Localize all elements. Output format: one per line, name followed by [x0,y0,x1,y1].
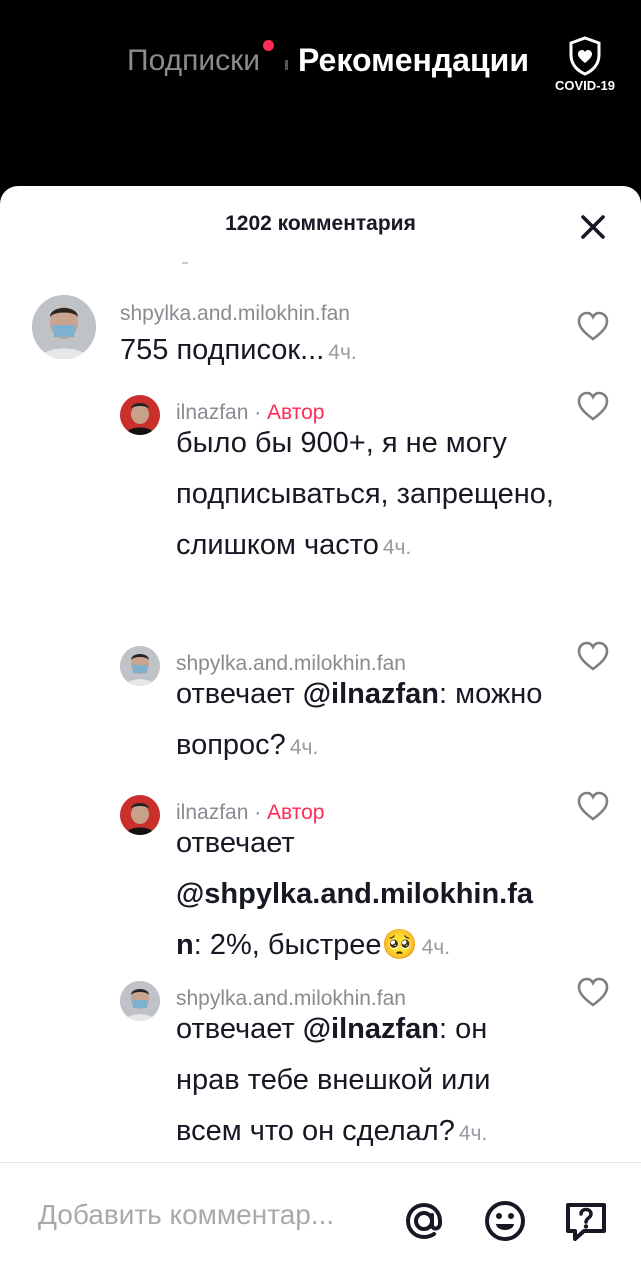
comment-text: отвечает @ilnazfan: он нрав тебе внешкой… [176,1004,556,1159]
covid-label: COVID-19 [555,78,615,93]
notification-dot [263,40,274,51]
comment-body: : 2%, быстрее🥺 [193,929,418,961]
comment-composer: Добавить комментар... [0,1162,641,1280]
comment-text: было бы 900+, я не могу подписываться, з… [176,418,556,573]
shield-heart-icon [569,36,601,76]
heart-icon[interactable] [576,310,610,342]
comment-time: 4ч. [458,1122,488,1145]
reply-item: ilnazfan · Автор отвечает @shpylka.and.m… [0,790,641,976]
heart-icon[interactable] [576,976,610,1008]
reply-item: shpylka.and.milokhin.fan отвечает @ilnaz… [0,640,641,790]
comment-text: отвечает @ilnazfan: можно вопрос? 4ч. [176,669,556,773]
comment-text: 755 подписок... 4ч. [120,325,550,378]
comment-body: было бы 900+, я не могу подписываться, з… [176,427,554,561]
emoji-icon[interactable] [481,1197,529,1245]
comment-time: 4ч. [421,936,451,959]
close-icon[interactable] [578,212,608,242]
comment-username[interactable]: shpylka.and.milokhin.fan [120,302,350,326]
top-navigation: Подписки Рекомендации COVID-19 [0,0,641,190]
comment-text: отвечает @shpylka.and.milokhin.fan: 2%, … [176,818,546,973]
question-icon[interactable] [562,1197,610,1245]
reply-prefix: отвечает [176,827,295,859]
heart-icon[interactable] [576,790,610,822]
tab-divider [285,60,288,70]
at-icon[interactable] [400,1197,448,1245]
comment-time: 4ч. [328,341,357,364]
mention-link[interactable]: @ilnazfan [303,678,439,710]
comment-item: shpylka.and.milokhin.fan 755 подписок...… [0,290,641,390]
comment-time: 4ч. [289,736,319,759]
reply-prefix: отвечает [176,678,303,710]
heart-icon[interactable] [576,640,610,672]
tab-recommendations[interactable]: Рекомендации [298,42,529,79]
comments-sheet: 1202 комментария shpylka.and.milokhin.fa… [0,186,641,1280]
comment-input[interactable]: Добавить комментар... [38,1199,334,1231]
avatar[interactable] [120,981,160,1021]
avatar[interactable] [120,395,160,435]
scroll-indicator [182,262,188,264]
reply-item: shpylka.and.milokhin.fan отвечает @ilnaz… [0,976,641,1162]
comment-time: 4ч. [382,536,412,559]
avatar[interactable] [32,295,96,359]
reply-prefix: отвечает [176,1013,303,1045]
tab-following[interactable]: Подписки [127,44,260,78]
mention-link[interactable]: @ilnazfan [303,1013,439,1045]
covid-button[interactable]: COVID-19 [548,36,622,96]
comment-body: 755 подписок... [120,334,325,366]
avatar[interactable] [120,646,160,686]
heart-icon[interactable] [576,390,610,422]
avatar[interactable] [120,795,160,835]
comments-count-title: 1202 комментария [225,212,416,235]
reply-item: ilnazfan · Автор было бы 900+, я не могу… [0,390,641,640]
